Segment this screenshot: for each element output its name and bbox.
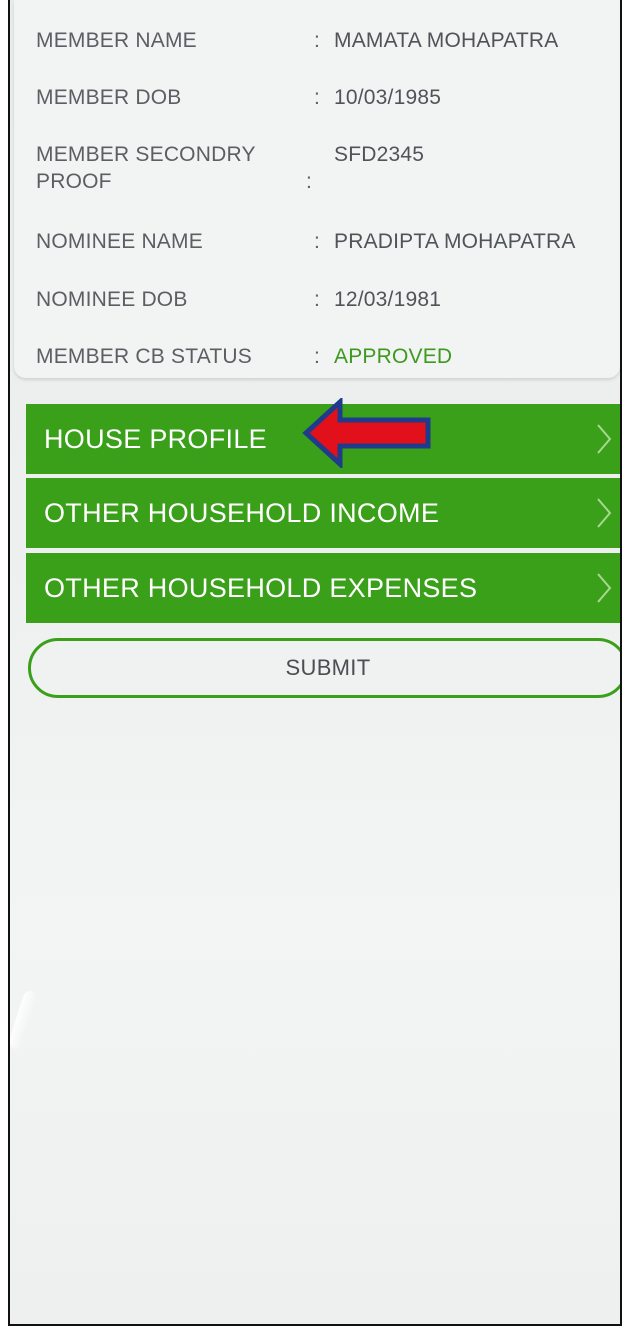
nominee-dob-row: NOMINEE DOB : 12/03/1981 bbox=[36, 286, 620, 313]
colon-separator: : bbox=[314, 230, 321, 253]
colon-separator: : bbox=[314, 29, 321, 52]
colon-separator: : bbox=[314, 288, 321, 311]
nominee-dob-value: 12/03/1981 bbox=[334, 288, 442, 311]
colon-separator: : bbox=[314, 86, 321, 109]
member-name-value: MAMATA MOHAPATRA bbox=[334, 29, 559, 52]
menu-item-other-household-expenses[interactable]: OTHER HOUSEHOLD EXPENSES bbox=[26, 553, 620, 623]
colon-separator: : bbox=[306, 170, 313, 193]
member-secondary-proof-label: MEMBER SECONDRY PROOF bbox=[36, 143, 256, 193]
colon-separator: : bbox=[314, 345, 321, 368]
member-info-card: MEMBER NAME : MAMATA MOHAPATRA MEMBER DO… bbox=[14, 0, 620, 378]
chevron-right-icon bbox=[597, 424, 612, 454]
member-cb-status-label: MEMBER CB STATUS bbox=[36, 345, 252, 368]
status-badge: APPROVED bbox=[334, 345, 453, 368]
nominee-name-row: NOMINEE NAME : PRADIPTA MOHAPATRA bbox=[36, 228, 620, 255]
member-name-label: MEMBER NAME bbox=[36, 29, 197, 52]
menu-item-label: OTHER HOUSEHOLD INCOME bbox=[44, 497, 440, 528]
menu-item-label: HOUSE PROFILE bbox=[44, 423, 267, 454]
member-dob-row: MEMBER DOB : 10/03/1985 bbox=[36, 84, 620, 111]
chevron-right-icon bbox=[597, 498, 612, 528]
member-dob-value: 10/03/1985 bbox=[334, 86, 442, 109]
member-secondary-proof-value: SFD2345 bbox=[334, 143, 425, 166]
member-dob-label: MEMBER DOB bbox=[36, 86, 182, 109]
nominee-name-value: PRADIPTA MOHAPATRA bbox=[334, 230, 576, 253]
screen-glare bbox=[10, 989, 39, 1051]
menu-item-label: OTHER HOUSEHOLD EXPENSES bbox=[44, 572, 478, 603]
submit-button[interactable]: SUBMIT bbox=[28, 638, 620, 698]
menu-item-other-household-income[interactable]: OTHER HOUSEHOLD INCOME bbox=[26, 478, 620, 548]
member-name-row: MEMBER NAME : MAMATA MOHAPATRA bbox=[36, 27, 620, 54]
nominee-name-label: NOMINEE NAME bbox=[36, 230, 203, 253]
phone-screen: MEMBER NAME : MAMATA MOHAPATRA MEMBER DO… bbox=[8, 0, 622, 1326]
chevron-right-icon bbox=[597, 573, 612, 603]
member-secondary-proof-row: MEMBER SECONDRY PROOF : SFD2345 bbox=[36, 141, 620, 195]
member-cb-status-row: MEMBER CB STATUS : APPROVED bbox=[36, 343, 620, 370]
nominee-dob-label: NOMINEE DOB bbox=[36, 288, 188, 311]
red-arrow-left-icon bbox=[302, 398, 431, 468]
